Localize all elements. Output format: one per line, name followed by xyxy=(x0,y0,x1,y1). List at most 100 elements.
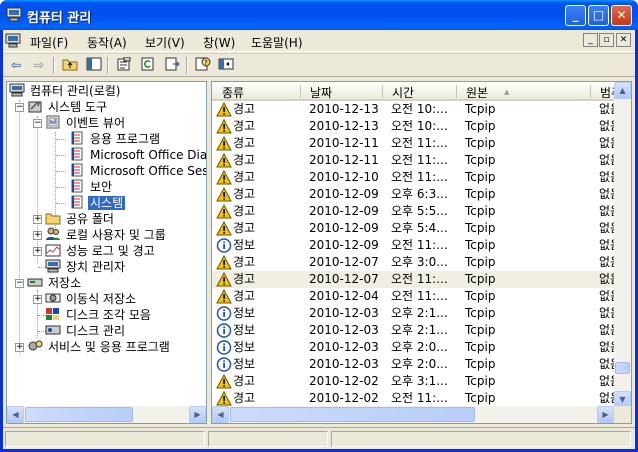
tree-item-system-log[interactable]: 시스템 xyxy=(69,195,127,211)
column-separator[interactable] xyxy=(590,85,591,98)
log-icon xyxy=(71,147,83,161)
table-row[interactable]: 경고 2010-12-13 오전 10:... Tcpip 없음 xyxy=(212,101,631,118)
menu-view[interactable]: 보기(V) xyxy=(145,34,185,51)
table-row[interactable]: 경고 2010-12-11 오전 11:... Tcpip 없음 xyxy=(212,152,631,169)
folder-icon xyxy=(45,213,61,225)
list-horizontal-scrollbar[interactable]: ◀ ▶ xyxy=(212,406,614,423)
table-row[interactable]: 경고 2010-12-04 오전 11:... Tcpip 없음 xyxy=(212,288,631,305)
tree-horizontal-scrollbar[interactable]: ◀ ▶ xyxy=(7,406,206,423)
column-separator[interactable] xyxy=(300,85,301,98)
table-row[interactable]: 경고 2010-12-07 오후 3:0... Tcpip 없음 xyxy=(212,254,631,271)
maximize-button[interactable]: □ xyxy=(588,5,609,26)
refresh-icon[interactable] xyxy=(139,57,157,74)
expand-toggle[interactable]: + xyxy=(33,231,42,240)
tree-item-office-ses-log[interactable]: Microsoft Office Ses xyxy=(69,163,206,179)
tree-item-computer-management[interactable]: 컴퓨터 관리(로컬) xyxy=(9,83,122,99)
console-icon[interactable] xyxy=(217,57,235,74)
scroll-up-button[interactable]: ▲ xyxy=(614,82,631,99)
tree-item-services-applications[interactable]: 서비스 및 응용 프로그램 xyxy=(27,339,172,355)
table-row[interactable]: 경고 2010-12-10 오전 11:... Tcpip 없음 xyxy=(212,169,631,186)
tree-item-performance-logs[interactable]: 성능 로그 및 경고 xyxy=(45,243,157,259)
column-header-source[interactable]: 원본 xyxy=(466,84,488,101)
menu-action[interactable]: 동작(A) xyxy=(87,34,127,51)
info-icon xyxy=(216,340,232,355)
console-tree[interactable]: 컴퓨터 관리(로컬) − 시스템 도구 − 이벤트 뷰어 응용 프로그램 Mic… xyxy=(6,81,207,424)
scroll-thumb[interactable] xyxy=(615,362,630,374)
event-list[interactable]: 종류 날짜 시간 원본 ▲ 범주 경고 2010-12-13 오전 10:... Tc… xyxy=(211,81,632,424)
forward-arrow-icon[interactable]: ⇨ xyxy=(30,57,48,74)
expand-toggle[interactable]: + xyxy=(15,343,24,352)
tree-item-removable-storage[interactable]: 이동식 저장소 xyxy=(45,291,138,307)
tree-item-event-viewer[interactable]: 이벤트 뷰어 xyxy=(45,115,127,131)
minimize-button[interactable]: _ xyxy=(565,5,586,26)
tree-item-disk-defrag[interactable]: 디스크 조각 모음 xyxy=(45,307,153,323)
table-row[interactable]: 경고 2010-12-09 오후 5:4... Tcpip 없음 xyxy=(212,220,631,237)
column-header-type[interactable]: 종류 xyxy=(222,84,244,101)
tree-item-office-diag-log[interactable]: Microsoft Office Diag xyxy=(69,147,206,163)
menu-file[interactable]: 파일(F) xyxy=(30,34,68,51)
export-list-icon[interactable] xyxy=(163,57,181,74)
log-icon xyxy=(71,179,83,193)
table-row[interactable]: 정보 2010-12-03 오후 2:1... Tcpip 없음 xyxy=(212,305,631,322)
column-separator[interactable] xyxy=(382,85,383,98)
status-bar xyxy=(3,427,635,449)
collapse-toggle[interactable]: − xyxy=(15,103,24,112)
tree-item-device-manager[interactable]: 장치 관리자 xyxy=(45,259,127,275)
cell-date: 2010-12-09 xyxy=(309,221,379,235)
tree-item-label: 디스크 조각 모음 xyxy=(66,308,151,322)
table-row[interactable]: 정보 2010-12-03 오후 2:0... Tcpip 없음 xyxy=(212,356,631,373)
table-row[interactable]: 경고 2010-12-09 오후 6:3... Tcpip 없음 xyxy=(212,186,631,203)
properties-icon[interactable] xyxy=(115,56,133,74)
mdi-close-button[interactable]: ✕ xyxy=(616,33,631,47)
table-row[interactable]: 경고 2010-12-09 오후 5:5... Tcpip 없음 xyxy=(212,203,631,220)
menu-window[interactable]: 창(W) xyxy=(203,34,235,51)
info-icon xyxy=(216,306,232,321)
table-row[interactable]: 경고 2010-12-07 오전 11:... Tcpip 없음 xyxy=(212,271,631,288)
expand-toggle[interactable]: + xyxy=(33,295,42,304)
cell-type: 정보 xyxy=(233,238,256,252)
menu-help[interactable]: 도움말(H) xyxy=(251,34,303,51)
scroll-thumb[interactable] xyxy=(230,407,475,422)
tree-item-application-log[interactable]: 응용 프로그램 xyxy=(69,131,162,147)
warning-icon xyxy=(216,374,232,389)
mmc-app-icon[interactable] xyxy=(5,33,21,48)
cell-category: 없음 xyxy=(599,187,615,201)
help-icon[interactable]: ? xyxy=(194,57,212,74)
table-row[interactable]: 경고 2010-12-11 오전 11:... Tcpip 없음 xyxy=(212,135,631,152)
mdi-restore-button[interactable]: ▫ xyxy=(599,33,614,47)
table-row[interactable]: 경고 2010-12-02 오후 3:1... Tcpip 없음 xyxy=(212,373,631,390)
list-vertical-scrollbar[interactable]: ▲ ▼ xyxy=(614,82,631,408)
tree-item-local-users-groups[interactable]: 로컬 사용자 및 그룹 xyxy=(45,227,168,243)
column-header-time[interactable]: 시간 xyxy=(392,84,414,101)
log-icon xyxy=(71,131,83,145)
scroll-right-button[interactable]: ▶ xyxy=(597,406,614,423)
table-row[interactable]: 경고 2010-12-13 오전 10:... Tcpip 없음 xyxy=(212,118,631,135)
scroll-right-button[interactable]: ▶ xyxy=(189,406,206,423)
scroll-thumb[interactable] xyxy=(25,407,133,422)
tree-item-shared-folders[interactable]: 공유 폴더 xyxy=(45,211,116,227)
collapse-toggle[interactable]: − xyxy=(15,279,24,288)
show-tree-icon[interactable] xyxy=(85,57,103,74)
table-row[interactable]: 정보 2010-12-03 오후 2:1... Tcpip 없음 xyxy=(212,322,631,339)
tree-item-disk-management[interactable]: 디스크 관리 xyxy=(45,323,127,339)
expand-toggle[interactable]: + xyxy=(33,247,42,256)
table-row[interactable]: 정보 2010-12-09 오전 11:... Tcpip 없음 xyxy=(212,237,631,254)
collapse-toggle[interactable]: − xyxy=(33,119,42,128)
up-folder-icon[interactable] xyxy=(61,57,79,74)
back-arrow-icon[interactable]: ⇦ xyxy=(7,57,25,74)
tree-item-security-log[interactable]: 보안 xyxy=(69,179,114,195)
computer-management-window: 컴퓨터 관리 _ □ ✕ 파일(F) 동작(A) 보기(V) 창(W) 도움말(… xyxy=(0,0,638,452)
tree-item-system-tools[interactable]: 시스템 도구 xyxy=(27,99,109,115)
table-row[interactable]: 정보 2010-12-03 오후 2:0... Tcpip 없음 xyxy=(212,339,631,356)
expand-toggle[interactable]: + xyxy=(33,215,42,224)
column-separator[interactable] xyxy=(456,85,457,98)
cell-date: 2010-12-03 xyxy=(309,357,379,371)
scroll-left-button[interactable]: ◀ xyxy=(7,406,24,423)
mdi-minimize-button[interactable]: _ xyxy=(583,33,598,47)
column-header-date[interactable]: 날짜 xyxy=(310,84,332,101)
title-bar[interactable]: 컴퓨터 관리 _ □ ✕ xyxy=(0,0,638,30)
close-button[interactable]: ✕ xyxy=(611,5,632,26)
scroll-left-button[interactable]: ◀ xyxy=(212,406,229,423)
tree-item-storage[interactable]: 저장소 xyxy=(27,275,83,291)
table-row[interactable]: 경고 2010-12-02 오전 11:... Tcpip 없음 xyxy=(212,390,631,407)
